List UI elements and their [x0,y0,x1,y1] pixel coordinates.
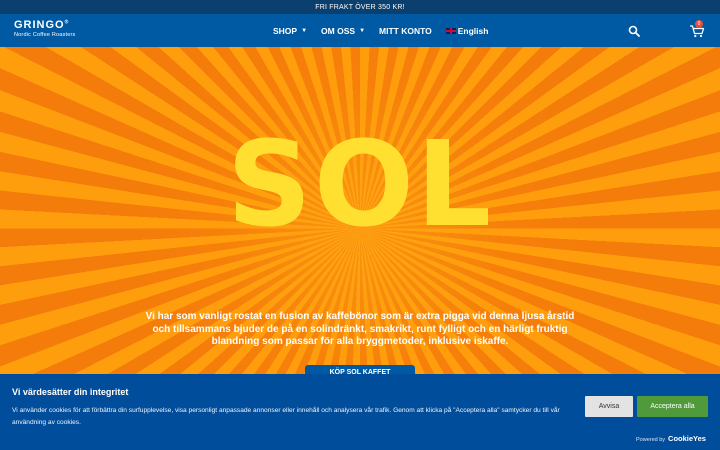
language-label: English [457,25,489,36]
announcement-bar: FRI FRAKT ÖVER 350 KR! [0,0,720,14]
cookie-consent-banner: Vi värdesätter din integritet Vi använde… [0,374,720,450]
logo-tagline: Nordic Coffee Roasters [14,32,76,38]
logo[interactable]: GRINGO® Nordic Coffee Roasters [14,20,75,39]
announcement-text: FRI FRAKT ÖVER 350 KR! [315,3,405,11]
cookie-title: Vi värdesätter din integritet [12,387,129,397]
powered-by-cookieyes[interactable]: Powered by CookieYes [636,434,706,443]
menu-item-label: MITT KONTO [379,25,432,36]
main-header: GRINGO® Nordic Coffee Roasters SHOP ▼ OM… [0,14,720,47]
logo-name: GRINGO® [14,19,70,31]
menu-item-label: SHOP [273,25,298,36]
cart-count-badge: 0 [695,20,703,28]
chevron-down-icon: ▼ [359,27,366,34]
menu-item-mitt-konto[interactable]: MITT KONTO [379,26,432,36]
chevron-down-icon: ▼ [301,27,308,34]
cookie-text: Vi använder cookies för att förbättra di… [12,407,560,426]
menu-item-om-oss[interactable]: OM OSS ▼ [321,26,365,36]
menu-item-shop[interactable]: SHOP ▼ [273,26,307,36]
search-icon[interactable] [628,25,640,37]
accept-all-cookies-button[interactable]: Acceptera alla [637,396,708,417]
hero-description: Vi har som vanligt rostat en fusion av k… [145,311,575,347]
powered-by-label: Powered by [636,437,666,443]
menu-item-label: OM OSS [321,25,356,36]
language-switcher[interactable]: English [445,25,489,36]
hero-title: SOL [226,115,494,253]
main-menu: SHOP ▼ OM OSS ▼ MITT KONTO English [273,14,488,47]
cookieyes-logo: CookieYes [668,434,706,443]
uk-flag-icon [445,27,456,34]
reject-cookies-button[interactable]: Avvisa [585,396,633,417]
